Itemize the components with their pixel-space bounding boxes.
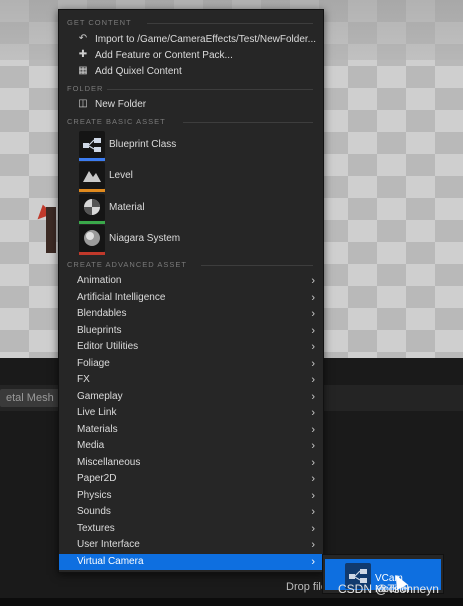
menu-item-textures[interactable]: Textures › <box>59 521 323 538</box>
menu-item-label: Add Quixel Content <box>95 66 182 77</box>
chevron-right-icon: › <box>311 423 315 436</box>
chevron-right-icon: › <box>311 407 315 419</box>
menu-item-blueprints[interactable]: Blueprints › <box>59 323 323 340</box>
menu-item-label: FX <box>77 374 90 385</box>
menu-item-label: Animation <box>77 275 122 286</box>
asset-color-stripe <box>79 221 105 224</box>
menu-item-virtual-camera[interactable]: Virtual Camera › <box>59 553 323 570</box>
filter-chip-mesh[interactable]: etal Mesh <box>0 389 60 407</box>
chevron-right-icon: › <box>311 456 315 469</box>
chevron-right-icon: › <box>311 473 315 485</box>
quixel-icon: ▦ <box>78 65 88 76</box>
material-icon <box>79 194 105 221</box>
menu-item-artificial-intelligence[interactable]: Artificial Intelligence › <box>59 290 323 307</box>
section-divider <box>201 265 313 266</box>
menu-item-animation[interactable]: Animation › <box>59 273 323 290</box>
menu-item-label: Editor Utilities <box>77 341 139 352</box>
menu-item-label: Add Feature or Content Pack... <box>95 50 233 61</box>
menu-item-materials[interactable]: Materials › <box>59 422 323 439</box>
chevron-right-icon: › <box>311 539 315 551</box>
menu-item-blendables[interactable]: Blendables › <box>59 306 323 323</box>
menu-item-live-link[interactable]: Live Link › <box>59 405 323 422</box>
menu-item-media[interactable]: Media › <box>59 438 323 455</box>
menu-item-paper2d[interactable]: Paper2D › <box>59 471 323 488</box>
menu-item-label: User Interface <box>77 539 140 550</box>
chevron-right-icon: › <box>311 308 315 320</box>
menu-item-user-interface[interactable]: User Interface › <box>59 537 323 554</box>
chevron-right-icon: › <box>311 374 315 386</box>
menu-item-label: Level <box>109 170 133 181</box>
menu-item-label: Miscellaneous <box>77 456 141 468</box>
menu-item-gameplay[interactable]: Gameplay › <box>59 389 323 406</box>
menu-item-label: Textures <box>77 522 115 534</box>
section-create-basic-asset: CREATE BASIC ASSET <box>67 117 166 126</box>
menu-item-miscellaneous[interactable]: Miscellaneous › <box>59 455 323 472</box>
menu-item-label: Blueprints <box>77 324 122 336</box>
chevron-right-icon: › <box>311 357 315 370</box>
menu-item-fx[interactable]: FX › <box>59 372 323 389</box>
section-divider <box>147 23 313 24</box>
menu-item-label: Gameplay <box>77 390 123 402</box>
menu-item-material[interactable]: Material <box>59 194 323 224</box>
menu-item-new-folder[interactable]: ◫ New Folder <box>59 96 323 113</box>
menu-item-label: Materials <box>77 423 118 435</box>
menu-item-label: Import to /Game/CameraEffects/Test/NewFo… <box>95 34 317 45</box>
import-icon: ↶ <box>78 33 88 44</box>
asset-color-stripe <box>79 189 105 192</box>
menu-item-level[interactable]: Level <box>59 162 323 192</box>
section-folder: FOLDER <box>67 84 104 93</box>
menu-item-label: Blueprint Class <box>109 139 177 150</box>
section-get-content: GET CONTENT <box>67 18 132 27</box>
chevron-right-icon: › <box>311 506 315 518</box>
menu-item-label: Artificial Intelligence <box>77 291 166 303</box>
menu-item-add-quixel[interactable]: ▦ Add Quixel Content <box>59 63 323 80</box>
chevron-right-icon: › <box>311 275 315 287</box>
menu-item-label: Physics <box>77 489 112 501</box>
menu-item-label: Paper2D <box>77 473 117 484</box>
watermark: CSDN @Tsohneyn <box>338 582 439 596</box>
asset-color-stripe <box>79 252 105 255</box>
menu-item-label: Live Link <box>77 407 117 418</box>
menu-item-label: Sounds <box>77 506 111 517</box>
chevron-right-icon: › <box>311 489 315 502</box>
menu-item-physics[interactable]: Physics › <box>59 488 323 505</box>
chevron-right-icon: › <box>311 522 315 535</box>
context-menu: GET CONTENT ↶ Import to /Game/CameraEffe… <box>58 9 324 573</box>
chevron-right-icon: › <box>311 440 315 452</box>
chevron-right-icon: › <box>311 291 315 304</box>
menu-item-add-feature[interactable]: ✚ Add Feature or Content Pack... <box>59 47 323 64</box>
asset-color-stripe <box>79 158 105 161</box>
scene-actor[interactable] <box>46 207 56 253</box>
menu-item-foliage[interactable]: Foliage › <box>59 356 323 373</box>
chevron-right-icon: › <box>311 390 315 403</box>
folder-icon: ◫ <box>78 98 88 109</box>
add-feature-icon: ✚ <box>78 49 88 60</box>
section-create-advanced-asset: CREATE ADVANCED ASSET <box>67 260 187 269</box>
level-icon <box>79 162 105 189</box>
bottom-strip <box>0 598 463 606</box>
menu-item-label: Media <box>77 440 105 451</box>
menu-item-label: New Folder <box>95 99 147 110</box>
chevron-right-icon: › <box>311 341 315 353</box>
menu-item-editor-utilities[interactable]: Editor Utilities › <box>59 339 323 356</box>
menu-item-label: Material <box>109 202 145 213</box>
menu-item-sounds[interactable]: Sounds › <box>59 504 323 521</box>
chevron-right-icon: › <box>311 555 315 568</box>
menu-item-label: Niagara System <box>109 233 181 244</box>
blueprint-class-icon <box>79 131 105 158</box>
chevron-right-icon: › <box>311 324 315 337</box>
drop-hint-text: Drop file <box>286 581 327 593</box>
menu-item-niagara-system[interactable]: Niagara System <box>59 225 323 255</box>
menu-item-blueprint-class[interactable]: Blueprint Class <box>59 131 323 161</box>
section-divider <box>183 122 313 123</box>
niagara-system-icon <box>79 225 105 252</box>
section-divider <box>107 89 313 90</box>
menu-item-label: Virtual Camera <box>77 555 144 567</box>
menu-item-label: Blendables <box>77 308 127 319</box>
menu-item-label: Foliage <box>77 357 110 369</box>
menu-item-import[interactable]: ↶ Import to /Game/CameraEffects/Test/New… <box>59 31 323 48</box>
